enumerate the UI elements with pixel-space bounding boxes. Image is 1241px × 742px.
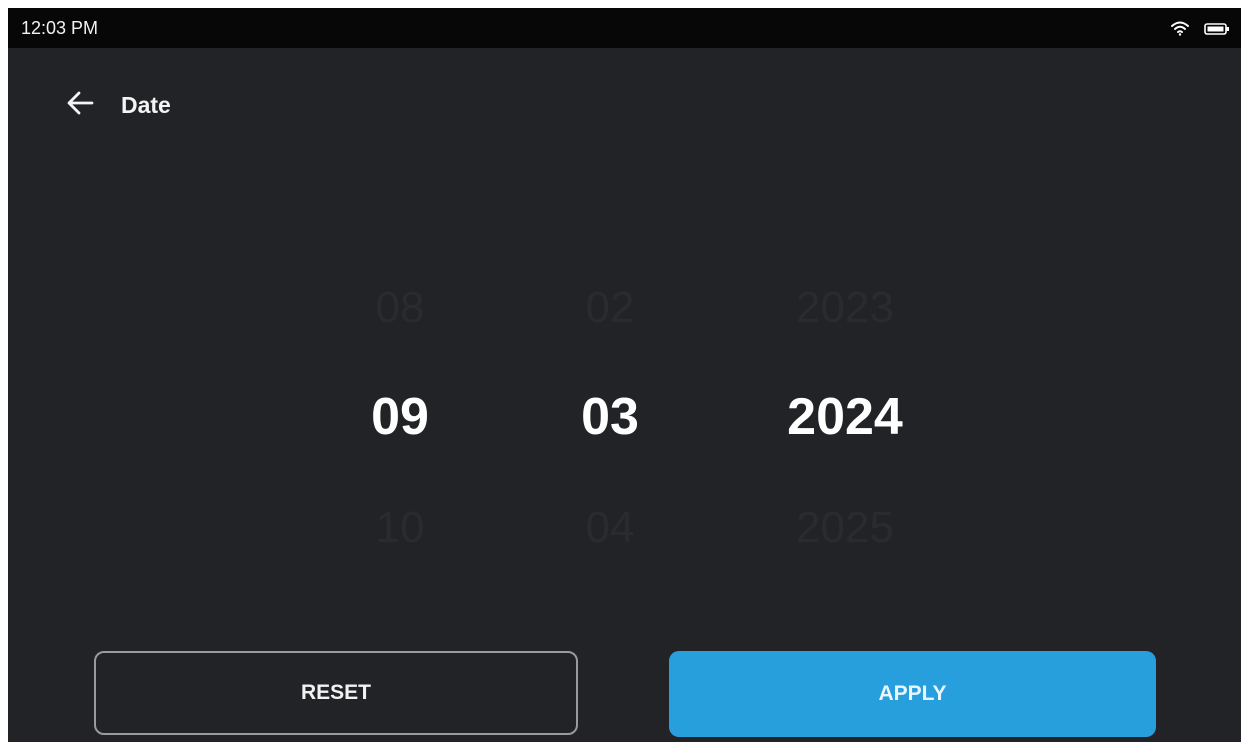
year-picker[interactable]: 2023 2024 2025 — [765, 263, 925, 553]
arrow-left-icon — [67, 91, 94, 115]
year-next-value[interactable]: 2025 — [765, 503, 925, 553]
month-picker[interactable]: 08 09 10 — [340, 263, 460, 553]
back-button[interactable] — [60, 83, 100, 123]
year-previous-value[interactable]: 2023 — [765, 283, 925, 333]
date-picker: 08 09 10 02 03 04 2023 2024 2025 — [8, 263, 1241, 553]
day-picker[interactable]: 02 03 04 — [550, 263, 670, 553]
apply-button[interactable]: APPLY — [669, 651, 1156, 737]
reset-button[interactable]: RESET — [94, 651, 578, 735]
header: Date — [8, 48, 1241, 143]
page-title: Date — [121, 92, 171, 118]
battery-icon — [1204, 23, 1229, 35]
day-selected-value[interactable]: 03 — [550, 388, 670, 446]
year-selected-value[interactable]: 2024 — [765, 388, 925, 446]
day-previous-value[interactable]: 02 — [550, 283, 670, 333]
status-bar: 12:03 PM — [8, 8, 1241, 48]
day-next-value[interactable]: 04 — [550, 503, 670, 553]
date-settings-screen: 12:03 PM Date 08 09 10 02 03 04 2023 202… — [8, 8, 1241, 742]
wifi-icon — [1171, 21, 1189, 36]
month-selected-value[interactable]: 09 — [340, 388, 460, 446]
month-next-value[interactable]: 10 — [340, 503, 460, 553]
status-time: 12:03 PM — [21, 18, 99, 38]
month-previous-value[interactable]: 08 — [340, 283, 460, 333]
